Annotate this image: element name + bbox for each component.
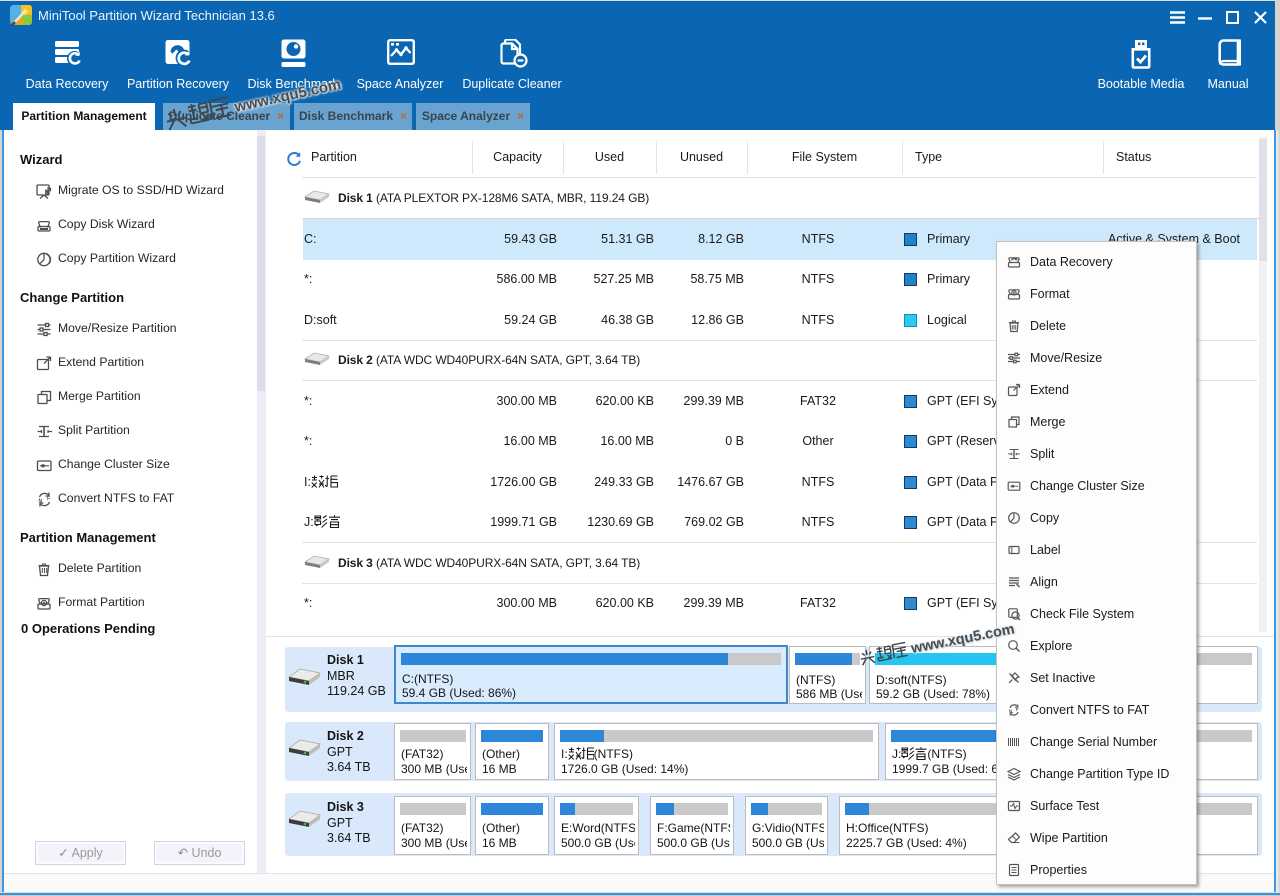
svg-text:N: N	[1009, 709, 1012, 714]
svg-text:F: F	[1016, 707, 1019, 712]
svg-text:N: N	[39, 499, 43, 505]
svg-text:F: F	[47, 496, 50, 502]
